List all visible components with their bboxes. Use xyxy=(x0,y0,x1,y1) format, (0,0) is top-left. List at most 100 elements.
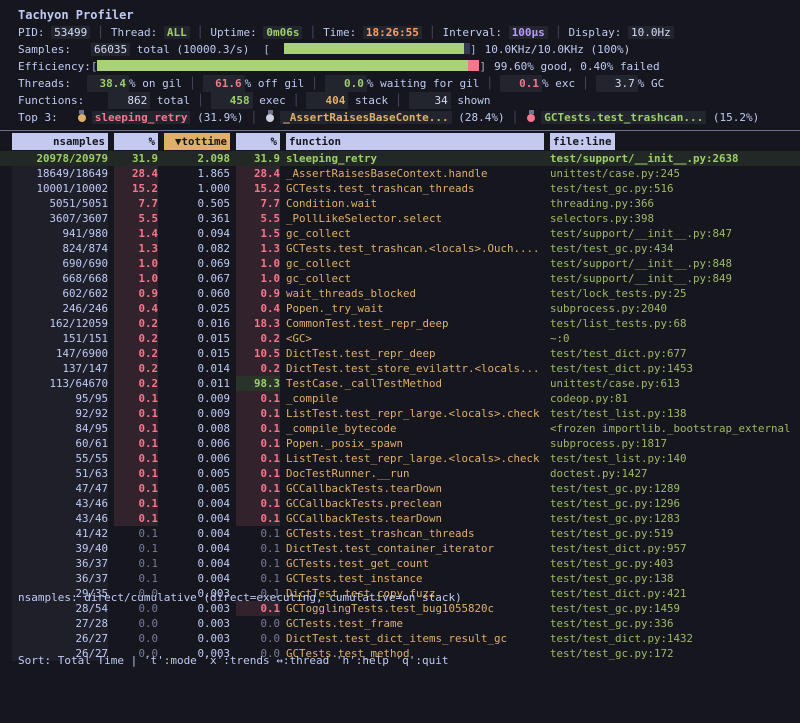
cell-tottime: 0.069 xyxy=(164,256,230,271)
cell-function: _compile xyxy=(286,391,544,406)
stat-value: 404 xyxy=(306,92,348,109)
table-row[interactable]: 20978/2097931.92.09831.9sleeping_retryte… xyxy=(0,151,800,166)
cell-file-line: test/test_gc.py:336 xyxy=(550,616,792,631)
cell-tottime: 0.006 xyxy=(164,436,230,451)
gold-medal-icon xyxy=(78,114,86,122)
table-row[interactable]: 95/950.10.0090.1_compilecodeop.py:81 xyxy=(0,391,800,406)
table-row[interactable]: 602/6020.90.0600.9wait_threads_blockedte… xyxy=(0,286,800,301)
stat-unit: stack xyxy=(348,94,388,107)
efficiency-summary: 99.60% good, 0.40% failed xyxy=(494,60,660,73)
status-value: 10.0Hz xyxy=(628,26,674,39)
samples-progress-bar xyxy=(284,43,470,54)
profiler-screen: Tachyon Profiler PID: 53499│Thread: ALL│… xyxy=(0,0,800,723)
table-row[interactable]: 147/69000.20.01510.5DictTest.test_repr_d… xyxy=(0,346,800,361)
cell-tottime: 0.009 xyxy=(164,406,230,421)
cell-nsamples: 18649/18649 xyxy=(12,166,108,181)
table-row[interactable]: 5051/50517.70.5057.7Condition.waitthread… xyxy=(0,196,800,211)
cell-file-line: test/test_gc.py:434 xyxy=(550,241,792,256)
cell-pct-cumulative: 0.4 xyxy=(236,301,280,316)
top3-items: sleeping_retry (31.9%)│_AssertRaisesBase… xyxy=(76,111,759,124)
table-row[interactable]: 3607/36075.50.3615.5_PollLikeSelector.se… xyxy=(0,211,800,226)
table-row[interactable]: 55/550.10.0060.1ListTest.test_repr_large… xyxy=(0,451,800,466)
table-row[interactable]: 10001/1000215.21.00015.2GCTests.test_tra… xyxy=(0,181,800,196)
table-row[interactable]: 113/646700.20.01198.3TestCase._callTestM… xyxy=(0,376,800,391)
cell-function: GCTests.test_trashcan_threads xyxy=(286,181,544,196)
table-row[interactable]: 47/470.10.0050.1GCCallbackTests.tearDown… xyxy=(0,481,800,496)
column-header-tottime-sorted[interactable]: ▼tottime xyxy=(164,133,230,150)
table-row[interactable]: 60/610.10.0060.1Popen._posix_spawnsubpro… xyxy=(0,436,800,451)
cell-pct-direct: 1.0 xyxy=(114,256,158,271)
separator: │ xyxy=(395,94,402,107)
column-header-file-line[interactable]: file:line xyxy=(550,133,792,150)
top3-row: Top 3:sleeping_retry (31.9%)│_AssertRais… xyxy=(0,109,800,126)
cell-pct-cumulative: 1.3 xyxy=(236,241,280,256)
cell-file-line: test/test_dict.py:421 xyxy=(550,586,792,601)
cell-pct-direct: 0.1 xyxy=(114,391,158,406)
table-row[interactable]: 43/460.10.0040.1GCCallbackTests.preclean… xyxy=(0,496,800,511)
cell-pct-direct: 15.2 xyxy=(114,181,158,196)
samples-label: Samples: xyxy=(18,43,71,56)
table-row[interactable]: 668/6681.00.0671.0gc_collecttest/support… xyxy=(0,271,800,286)
stat-unit: exec xyxy=(253,94,286,107)
cell-pct-direct: 0.1 xyxy=(114,406,158,421)
cell-pct-cumulative: 0.1 xyxy=(236,391,280,406)
table-row[interactable]: 41/420.10.0040.1GCTests.test_trashcan_th… xyxy=(0,526,800,541)
cell-nsamples: 47/47 xyxy=(12,481,108,496)
top3-percent: (28.4%) xyxy=(452,111,505,124)
cell-function: Popen._try_wait xyxy=(286,301,544,316)
cell-pct-direct: 0.1 xyxy=(114,421,158,436)
table-row[interactable]: 51/630.10.0050.1DocTestRunner.__rundocte… xyxy=(0,466,800,481)
threads-row: Threads:38.4% on gil│61.6% off gil│0.0% … xyxy=(0,75,800,92)
table-row[interactable]: 941/9801.40.0941.5gc_collecttest/support… xyxy=(0,226,800,241)
silver-medal-icon xyxy=(266,114,274,122)
efficiency-bar-close-bracket: ] xyxy=(479,60,486,73)
separator: │ xyxy=(429,26,436,39)
cell-pct-direct: 28.4 xyxy=(114,166,158,181)
cell-pct-cumulative: 0.1 xyxy=(236,511,280,526)
cell-tottime: 0.060 xyxy=(164,286,230,301)
cell-file-line: test/test_dict.py:1432 xyxy=(550,631,792,646)
status-label: Interval: xyxy=(442,26,508,39)
table-row[interactable]: 151/1510.20.0150.2<GC>~:0 xyxy=(0,331,800,346)
cell-tottime: 0.015 xyxy=(164,346,230,361)
cell-function: Popen._posix_spawn xyxy=(286,436,544,451)
stat-unit: shown xyxy=(451,94,491,107)
cell-pct-cumulative: 0.1 xyxy=(236,526,280,541)
table-row[interactable]: 92/920.10.0090.1ListTest.test_repr_large… xyxy=(0,406,800,421)
efficiency-progress-bar xyxy=(97,60,479,71)
cell-tottime: 0.015 xyxy=(164,331,230,346)
functions-items: 862 total│458 exec│404 stack│34 shown xyxy=(108,94,490,107)
table-row[interactable]: 690/6901.00.0691.0gc_collecttest/support… xyxy=(0,256,800,271)
column-header-nsamples[interactable]: nsamples xyxy=(12,133,108,150)
table-row[interactable]: 824/8741.30.0821.3GCTests.test_trashcan.… xyxy=(0,241,800,256)
table-row[interactable]: 246/2460.40.0250.4Popen._try_waitsubproc… xyxy=(0,301,800,316)
table-row[interactable]: 18649/1864928.41.86528.4_AssertRaisesBas… xyxy=(0,166,800,181)
stat-value: 0.1 xyxy=(500,75,542,92)
status-label: PID: xyxy=(18,26,51,39)
samples-total-suffix: total (10000.3/s) xyxy=(130,43,249,56)
cell-tottime: 0.082 xyxy=(164,241,230,256)
column-header-function[interactable]: function xyxy=(286,133,544,150)
stat-value: 862 xyxy=(108,92,150,109)
table-row[interactable]: 43/460.10.0040.1GCCallbackTests.tearDown… xyxy=(0,511,800,526)
stat-unit: % off gil xyxy=(245,77,305,90)
cell-file-line: codeop.py:81 xyxy=(550,391,792,406)
column-header-file-line-text: file:line xyxy=(550,133,615,150)
table-row[interactable]: 162/120590.20.01618.3CommonTest.test_rep… xyxy=(0,316,800,331)
table-row[interactable]: 84/950.10.0080.1_compile_bytecode<frozen… xyxy=(0,421,800,436)
column-header-pct-cumulative[interactable]: % xyxy=(236,133,280,150)
status-value: 0m06s xyxy=(263,26,302,39)
samples-bar-open-bracket: [ xyxy=(263,43,270,56)
cell-function: gc_collect xyxy=(286,271,544,286)
cell-function: ListTest.test_repr_large.<locals>.check xyxy=(286,451,544,466)
cell-file-line: test/support/__init__.py:2638 xyxy=(550,151,792,166)
column-header-pct-direct[interactable]: % xyxy=(114,133,158,150)
efficiency-good-fill xyxy=(97,60,468,71)
cell-pct-cumulative: 1.0 xyxy=(236,256,280,271)
table-row[interactable]: 137/1470.20.0140.2DictTest.test_store_ev… xyxy=(0,361,800,376)
footer-legend: nsamples: direct/cumulative (direct=exec… xyxy=(18,587,462,608)
cell-pct-cumulative: 0.2 xyxy=(236,361,280,376)
cell-function: DictTest.test_store_evilattr.<locals... xyxy=(286,361,544,376)
cell-tottime: 0.008 xyxy=(164,421,230,436)
separator: │ xyxy=(250,111,257,124)
